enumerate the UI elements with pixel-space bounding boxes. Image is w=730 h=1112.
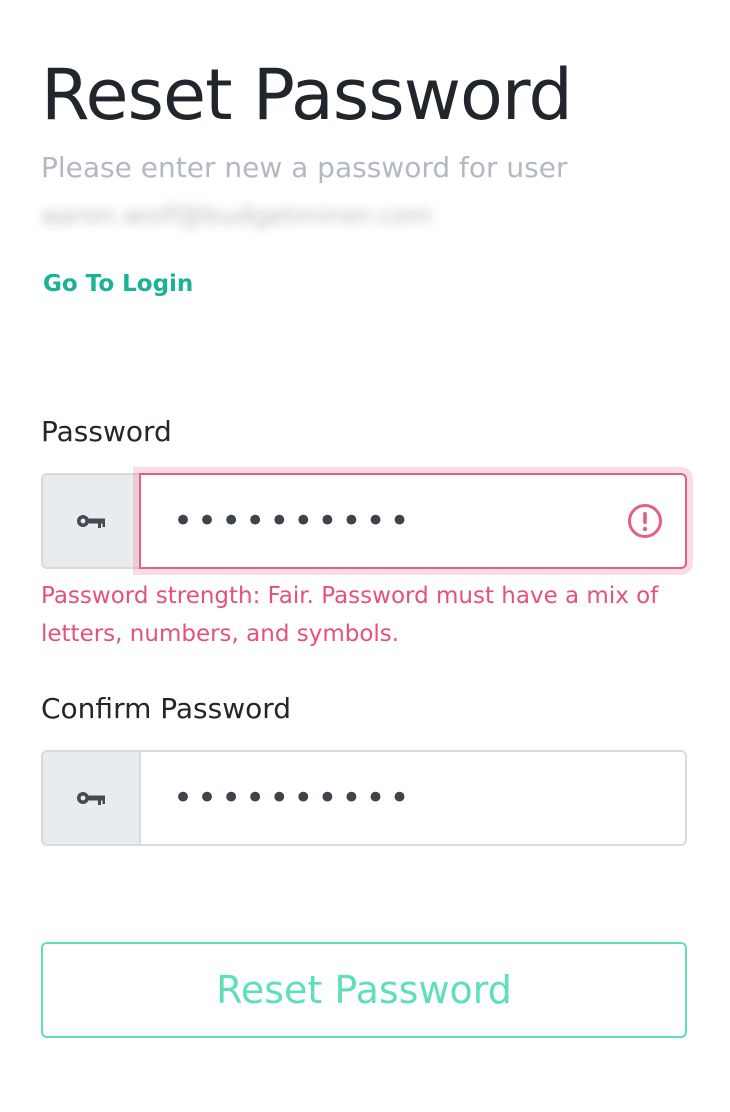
password-label: Password xyxy=(41,415,172,448)
confirm-password-input[interactable] xyxy=(139,750,687,846)
page-subtitle: Please enter new a password for user xyxy=(41,151,568,184)
page-title: Reset Password xyxy=(41,54,573,136)
confirm-password-input-group xyxy=(41,750,687,846)
go-to-login-link[interactable]: Go To Login xyxy=(43,268,193,300)
confirm-password-label: Confirm Password xyxy=(41,692,292,725)
reset-password-button[interactable]: Reset Password xyxy=(41,942,687,1038)
password-error-message: Password strength: Fair. Password must h… xyxy=(41,583,659,647)
password-input-group xyxy=(41,473,687,569)
password-input[interactable] xyxy=(139,473,687,569)
alert-circle-icon xyxy=(628,504,662,538)
key-icon xyxy=(77,515,105,528)
user-email: aaron.wolf@budgetminer.com xyxy=(41,201,433,231)
confirm-password-addon xyxy=(41,750,139,846)
password-addon xyxy=(41,473,139,569)
confirm-password-input-wrap xyxy=(139,750,687,846)
password-input-wrap xyxy=(139,473,687,569)
reset-password-page: Reset Password Please enter new a passwo… xyxy=(0,0,730,1112)
key-icon xyxy=(77,792,105,805)
